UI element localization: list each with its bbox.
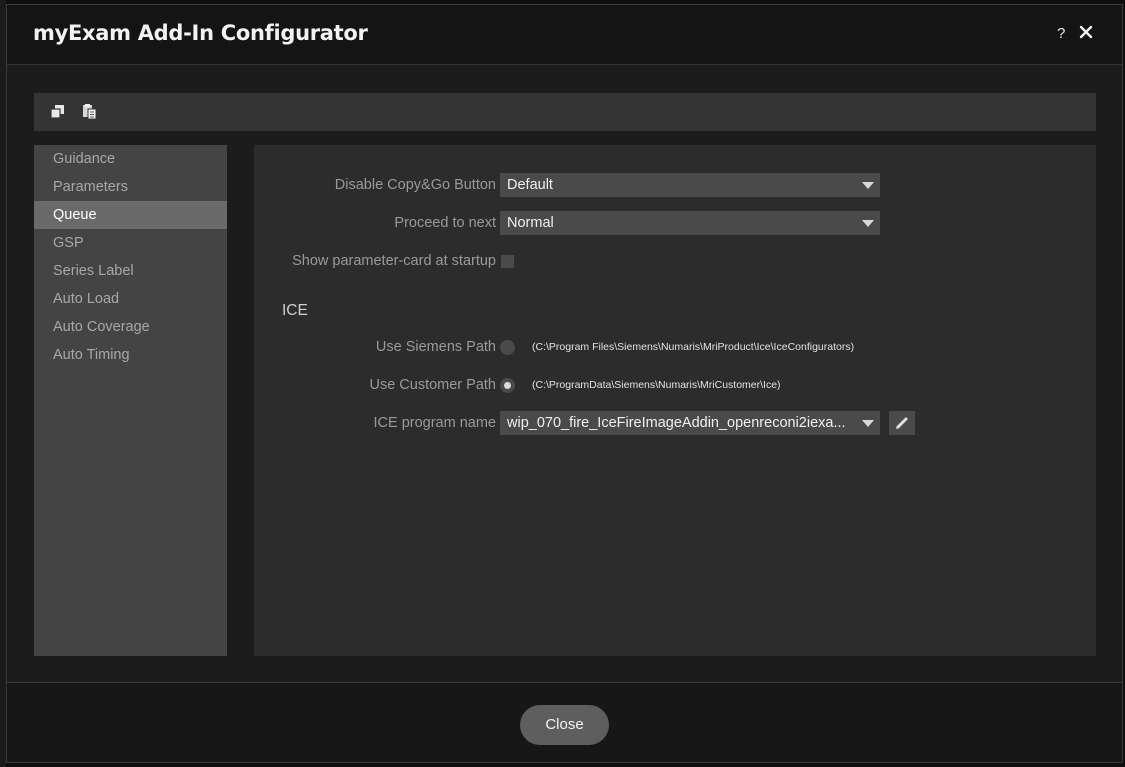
disable-copy-go-dropdown[interactable]: Default bbox=[500, 173, 880, 197]
configurator-dialog: myExam Add-In Configurator ? Guidance Pa… bbox=[6, 4, 1123, 763]
show-param-card-checkbox[interactable] bbox=[501, 255, 514, 268]
help-button[interactable]: ? bbox=[1057, 25, 1065, 42]
proceed-to-next-dropdown[interactable]: Normal bbox=[500, 211, 880, 235]
ice-section-title: ICE bbox=[282, 302, 308, 319]
dialog-title: myExam Add-In Configurator bbox=[33, 21, 368, 45]
sidebar-item-gsp[interactable]: GSP bbox=[34, 229, 227, 257]
radio-selected-dot bbox=[504, 382, 511, 389]
ice-program-name-value: wip_070_fire_IceFireImageAddin_openrecon… bbox=[507, 415, 846, 431]
sidebar-item-auto-coverage[interactable]: Auto Coverage bbox=[34, 313, 227, 341]
sidebar-item-parameters[interactable]: Parameters bbox=[34, 173, 227, 201]
ice-program-name-label: ICE program name bbox=[373, 415, 497, 431]
sidebar-item-auto-timing[interactable]: Auto Timing bbox=[34, 341, 227, 369]
pencil-icon bbox=[896, 417, 908, 429]
proceed-to-next-value: Normal bbox=[507, 215, 554, 231]
settings-sidebar: Guidance Parameters Queue GSP Series Lab… bbox=[34, 145, 227, 656]
chevron-down-icon bbox=[862, 182, 874, 189]
edit-program-button[interactable] bbox=[889, 411, 915, 435]
settings-panel: Disable Copy&Go Button Default Proceed t… bbox=[254, 145, 1096, 656]
title-bar: myExam Add-In Configurator ? bbox=[7, 5, 1122, 65]
customer-path-text: (C:\ProgramData\Siemens\Numaris\MriCusto… bbox=[532, 379, 781, 391]
close-icon[interactable] bbox=[1077, 23, 1095, 41]
sidebar-item-queue[interactable]: Queue bbox=[34, 201, 227, 229]
paste-icon[interactable] bbox=[80, 102, 100, 122]
chevron-down-icon bbox=[862, 420, 874, 427]
show-param-card-label: Show parameter-card at startup bbox=[292, 253, 496, 269]
customer-path-radio[interactable] bbox=[500, 378, 515, 393]
ice-program-name-dropdown[interactable]: wip_070_fire_IceFireImageAddin_openrecon… bbox=[500, 411, 880, 435]
chevron-down-icon bbox=[862, 220, 874, 227]
siemens-path-text: (C:\Program Files\Siemens\Numaris\MriPro… bbox=[532, 341, 855, 353]
sidebar-item-guidance[interactable]: Guidance bbox=[34, 145, 227, 173]
siemens-path-radio[interactable] bbox=[500, 340, 515, 355]
dialog-footer: Close bbox=[7, 683, 1122, 762]
sidebar-item-auto-load[interactable]: Auto Load bbox=[34, 285, 227, 313]
disable-copy-go-value: Default bbox=[507, 177, 553, 193]
close-button[interactable]: Close bbox=[520, 705, 609, 745]
toolbar bbox=[34, 93, 1096, 131]
restore-icon[interactable] bbox=[48, 102, 68, 122]
disable-copy-go-label: Disable Copy&Go Button bbox=[334, 177, 496, 193]
customer-path-label: Use Customer Path bbox=[369, 377, 496, 393]
siemens-path-label: Use Siemens Path bbox=[375, 339, 496, 355]
sidebar-item-series-label[interactable]: Series Label bbox=[34, 257, 227, 285]
proceed-to-next-label: Proceed to next bbox=[394, 215, 496, 231]
